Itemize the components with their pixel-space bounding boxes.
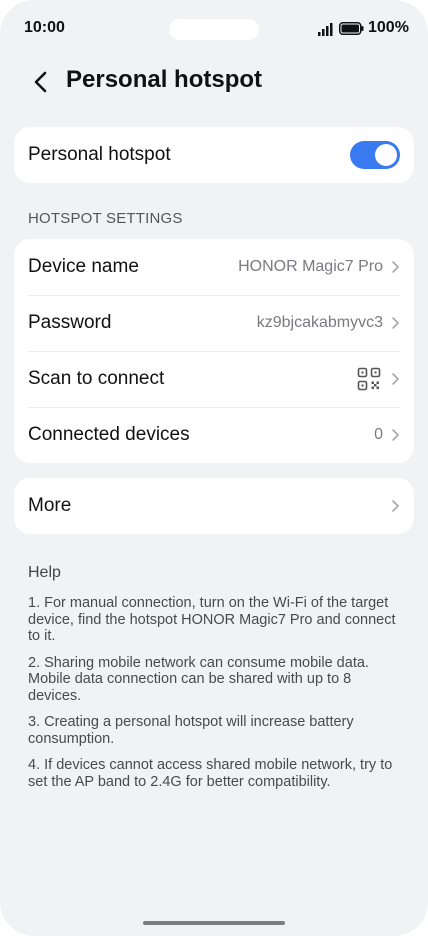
password-row[interactable]: Password kz9bjcakabmyvc3 — [14, 295, 414, 351]
password-label: Password — [28, 312, 112, 333]
device-name-row[interactable]: Device name HONOR Magic7 Pro — [14, 239, 414, 295]
chevron-right-icon — [392, 317, 399, 329]
home-indicator[interactable] — [143, 921, 285, 925]
help-list: 1. For manual connection, turn on the Wi… — [28, 595, 400, 800]
hotspot-toggle-label: Personal hotspot — [28, 144, 171, 165]
chevron-right-icon — [392, 500, 399, 512]
signal-icon — [318, 23, 333, 36]
connected-devices-row[interactable]: Connected devices 0 — [14, 407, 414, 463]
help-title: Help — [28, 564, 61, 581]
hotspot-toggle-row[interactable]: Personal hotspot — [14, 127, 414, 183]
chevron-right-icon — [392, 373, 399, 385]
more-row[interactable]: More — [14, 478, 414, 534]
more-card: More — [14, 478, 414, 534]
help-item: 2. Sharing mobile network can consume mo… — [28, 654, 369, 704]
battery-percentage: 100% — [368, 19, 409, 36]
section-label-hotspot-settings: HOTSPOT SETTINGS — [28, 210, 183, 227]
qr-code-icon — [357, 367, 381, 391]
battery-icon — [339, 22, 364, 35]
phone-screen: 10:00 100% Personal hotspot Personal hot… — [0, 0, 428, 936]
camera-pill — [169, 19, 259, 40]
toggle-knob — [375, 144, 397, 166]
back-arrow-icon[interactable] — [30, 68, 52, 96]
hotspot-toggle-card: Personal hotspot — [14, 127, 414, 183]
help-item: 4. If devices cannot access shared mobil… — [28, 757, 393, 790]
connected-devices-count: 0 — [374, 426, 383, 443]
help-item: 1. For manual connection, turn on the Wi… — [28, 595, 396, 644]
chevron-right-icon — [392, 429, 399, 441]
hotspot-settings-card: Device name HONOR Magic7 Pro Password kz… — [14, 239, 414, 463]
chevron-right-icon — [392, 261, 399, 273]
password-value: kz9bjcakabmyvc3 — [256, 314, 383, 331]
page-title: Personal hotspot — [66, 66, 263, 93]
hotspot-toggle-switch[interactable] — [350, 141, 400, 169]
status-bar: 10:00 100% — [0, 0, 428, 58]
more-label: More — [28, 495, 72, 516]
app-header: Personal hotspot — [0, 62, 428, 102]
device-name-value: HONOR Magic7 Pro — [238, 258, 383, 275]
device-name-label: Device name — [28, 256, 139, 277]
scan-to-connect-row[interactable]: Scan to connect — [14, 351, 414, 407]
connected-devices-label: Connected devices — [28, 424, 190, 445]
scan-to-connect-label: Scan to connect — [28, 368, 165, 389]
help-item: 3. Creating a personal hotspot will incr… — [28, 714, 354, 747]
status-time: 10:00 — [24, 19, 65, 36]
